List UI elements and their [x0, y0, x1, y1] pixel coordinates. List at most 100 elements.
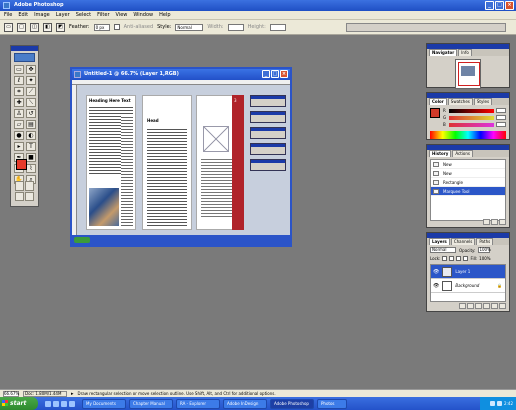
menu-window[interactable]: Window	[133, 12, 153, 18]
shape-tool-icon[interactable]: ■	[26, 153, 36, 162]
slice-tool-icon[interactable]: ⟋	[26, 87, 36, 96]
doc-close-button[interactable]: ×	[280, 70, 288, 78]
new-selection-icon[interactable]: □	[17, 22, 26, 32]
gradient-tool-icon[interactable]: ▤	[26, 120, 36, 129]
zoom-input[interactable]: 66.67%	[3, 390, 19, 397]
menu-view[interactable]: View	[116, 12, 128, 18]
fullscreen-mode-icon[interactable]	[25, 191, 34, 201]
quickmask-mode-icon[interactable]	[25, 181, 34, 191]
adobe-online-icon[interactable]	[14, 53, 35, 62]
foreground-color-swatch[interactable]	[16, 159, 27, 170]
style-select[interactable]: Normal	[175, 23, 204, 31]
history-item[interactable]: Rectangle	[431, 178, 505, 187]
dodge-tool-icon[interactable]: ◐	[26, 131, 36, 140]
taskbar-task[interactable]: My Documents	[82, 398, 126, 409]
channel-r-slider[interactable]	[449, 108, 494, 113]
tray-icon[interactable]	[497, 401, 503, 406]
height-input[interactable]	[269, 23, 286, 31]
navigator-view-box[interactable]	[458, 62, 480, 86]
maximize-button[interactable]: □	[495, 1, 504, 10]
menu-filter[interactable]: Filter	[97, 12, 109, 18]
channel-g-value[interactable]	[496, 115, 506, 120]
clock[interactable]: 2:42	[504, 401, 513, 406]
doc-size-info[interactable]: Doc: 1.80M/1.44M	[23, 390, 67, 397]
marquee-preset-icon[interactable]: ▭	[4, 22, 13, 32]
quick-launch-icon[interactable]	[61, 400, 67, 407]
channel-g-slider[interactable]	[449, 115, 494, 120]
lock-transparency-icon[interactable]	[442, 256, 448, 261]
eye-icon[interactable]: 👁	[433, 269, 439, 275]
magic-wand-icon[interactable]: ✦	[26, 76, 36, 85]
tab-actions[interactable]: Actions	[452, 150, 473, 157]
color-spectrum-bar[interactable]	[430, 131, 506, 139]
subtract-selection-icon[interactable]: ◧	[43, 22, 52, 32]
close-button[interactable]: ×	[505, 1, 514, 10]
antialias-checkbox[interactable]	[113, 24, 120, 30]
menu-image[interactable]: Image	[34, 12, 50, 18]
adjustment-layer-icon[interactable]	[483, 303, 490, 309]
quick-launch-icon[interactable]	[53, 400, 59, 407]
menu-select[interactable]: Select	[76, 12, 91, 18]
channel-b-slider[interactable]	[449, 122, 494, 127]
standard-mode-icon[interactable]	[15, 181, 24, 191]
channel-r-value[interactable]	[496, 108, 506, 113]
intersect-selection-icon[interactable]: ◩	[56, 22, 65, 32]
history-snapshot[interactable]: New	[431, 160, 505, 169]
crop-tool-icon[interactable]: ⌗	[14, 87, 24, 96]
taskbar-task-active[interactable]: Adobe Photoshop	[270, 398, 314, 409]
taskbar-task[interactable]: Photos	[317, 398, 347, 409]
blend-mode-select[interactable]: Normal	[430, 247, 456, 253]
channel-b-value[interactable]	[496, 122, 506, 127]
new-document-from-state-icon[interactable]	[483, 219, 490, 225]
menu-help[interactable]: Help	[159, 12, 170, 18]
marquee-tool-icon[interactable]: ▭	[14, 65, 24, 74]
trash-icon[interactable]	[499, 303, 506, 309]
healing-brush-icon[interactable]: ✚	[14, 98, 24, 107]
quick-launch-icon[interactable]	[45, 400, 51, 407]
tab-layers[interactable]: Layers	[429, 238, 450, 245]
layer-mask-icon[interactable]	[467, 303, 474, 309]
history-item[interactable]: Marquee Tool	[431, 187, 505, 196]
menu-layer[interactable]: Layer	[56, 12, 70, 18]
tab-history[interactable]: History	[429, 150, 452, 157]
start-button[interactable]: start	[0, 397, 38, 410]
new-snapshot-icon[interactable]	[491, 219, 498, 225]
tab-info[interactable]: Info	[458, 49, 472, 56]
taskbar-task[interactable]: Chapter Manual	[129, 398, 173, 409]
width-input[interactable]	[227, 23, 244, 31]
history-item[interactable]: New	[431, 169, 505, 178]
eye-icon[interactable]: 👁	[433, 283, 439, 289]
doc-maximize-button[interactable]: □	[271, 70, 279, 78]
fill-value[interactable]: 100%	[479, 256, 490, 261]
doc-minimize-button[interactable]: _	[262, 70, 270, 78]
taskbar-task[interactable]: Adobe InDesign	[223, 398, 267, 409]
taskbar-task[interactable]: RA - Explorer	[176, 398, 220, 409]
layer-row[interactable]: 👁 Layer 1	[431, 265, 505, 279]
clone-stamp-icon[interactable]: ♙	[14, 109, 24, 118]
screen-mode-icon[interactable]	[15, 191, 24, 201]
tab-swatches[interactable]: Swatches	[447, 98, 473, 105]
palette-well[interactable]	[346, 23, 506, 32]
opacity-input[interactable]: 100%	[478, 247, 491, 253]
history-brush-icon[interactable]: ↺	[26, 109, 36, 118]
quick-launch-icon[interactable]	[69, 400, 75, 407]
navigator-thumbnail[interactable]	[455, 59, 481, 89]
menu-edit[interactable]: Edit	[18, 12, 28, 18]
layer-row[interactable]: 👁 Background 🔒	[431, 279, 505, 293]
tab-color[interactable]: Color	[429, 98, 447, 105]
tab-channels[interactable]: Channels	[450, 238, 476, 245]
status-menu-arrow-icon[interactable]: ▸	[71, 391, 74, 397]
document-titlebar[interactable]: Untitled-1 @ 66.7% (Layer 1,RGB) _ □ ×	[72, 69, 290, 80]
eyedropper-icon[interactable]: ⌇	[26, 164, 36, 173]
lock-all-icon[interactable]	[463, 256, 469, 261]
new-layer-icon[interactable]	[491, 303, 498, 309]
move-tool-icon[interactable]: ✥	[26, 65, 36, 74]
eraser-tool-icon[interactable]: ▱	[14, 120, 24, 129]
menu-file[interactable]: File	[4, 12, 12, 18]
tab-navigator[interactable]: Navigator	[429, 49, 458, 56]
brush-tool-icon[interactable]: ⟍	[26, 98, 36, 107]
trash-icon[interactable]	[499, 219, 506, 225]
tab-paths[interactable]: Paths	[476, 238, 494, 245]
path-select-icon[interactable]: ▸	[14, 142, 24, 151]
toolbox-titlebar[interactable]	[11, 46, 38, 51]
